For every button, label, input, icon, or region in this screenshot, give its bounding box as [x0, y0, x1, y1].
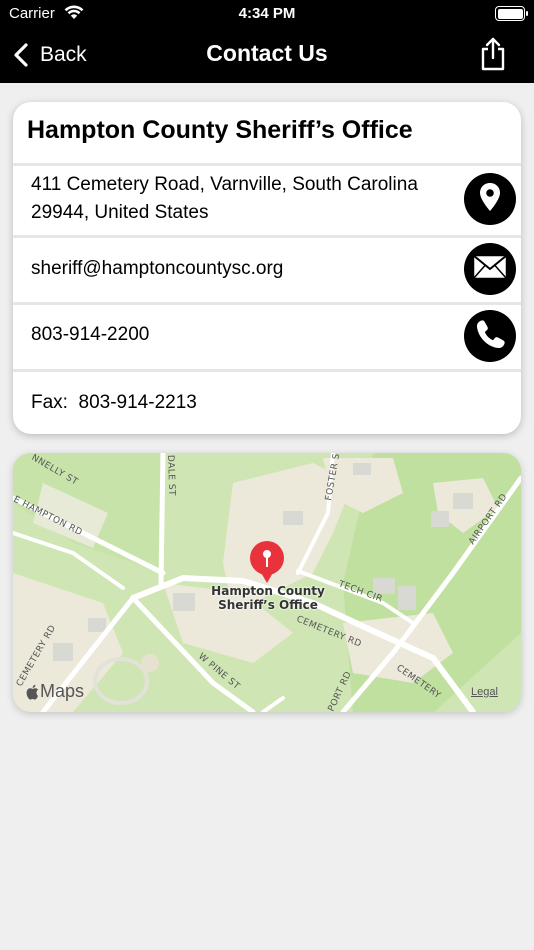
fax-label: Fax:: [31, 392, 68, 413]
email-button[interactable]: [464, 243, 516, 295]
address-text[interactable]: 411 Cemetery Road, Varnville, South Caro…: [31, 171, 418, 227]
location-pin-icon: [479, 182, 501, 217]
fax-row: Fax: 803-914-2213: [31, 389, 197, 417]
divider: [13, 369, 521, 372]
address-line-1: 411 Cemetery Road, Varnville, South Caro…: [31, 174, 418, 195]
divider: [13, 163, 521, 166]
phone-link[interactable]: 803-914-2200: [31, 321, 149, 349]
apple-maps-logo: Maps: [25, 681, 84, 702]
status-time: 4:34 PM: [238, 5, 296, 22]
call-button[interactable]: [464, 310, 516, 362]
apple-logo-icon: [25, 684, 39, 700]
battery-icon: [495, 6, 528, 21]
status-bar: Carrier 4:34 PM: [0, 0, 534, 28]
email-link[interactable]: sheriff@hamptoncountysc.org: [31, 255, 283, 283]
page-title: Contact Us: [206, 40, 328, 66]
share-button[interactable]: [477, 36, 509, 72]
map-poi-label: Hampton County Sheriff’s Office: [211, 584, 325, 612]
road-label: DALE ST: [165, 455, 176, 497]
divider: [13, 302, 521, 305]
map-pin-icon[interactable]: [249, 540, 285, 584]
divider: [13, 235, 521, 238]
maps-brand-text: Maps: [40, 681, 85, 701]
organization-name: Hampton County Sheriff’s Office: [27, 116, 413, 144]
location-map[interactable]: NNELLY ST E HAMPTON RD DALE ST FOSTER ST…: [13, 453, 521, 712]
address-line-2: 29944, United States: [31, 202, 209, 223]
phone-icon: [474, 318, 506, 355]
legal-link[interactable]: Legal: [471, 686, 498, 698]
map-location-button[interactable]: [464, 173, 516, 225]
envelope-icon: [472, 254, 508, 285]
share-icon: [477, 37, 509, 76]
fax-number: 803-914-2213: [78, 392, 197, 413]
navigation-bar: Carrier 4:34 PM Back Contact Us: [0, 0, 534, 83]
contact-card: Hampton County Sheriff’s Office 411 Ceme…: [13, 102, 521, 434]
